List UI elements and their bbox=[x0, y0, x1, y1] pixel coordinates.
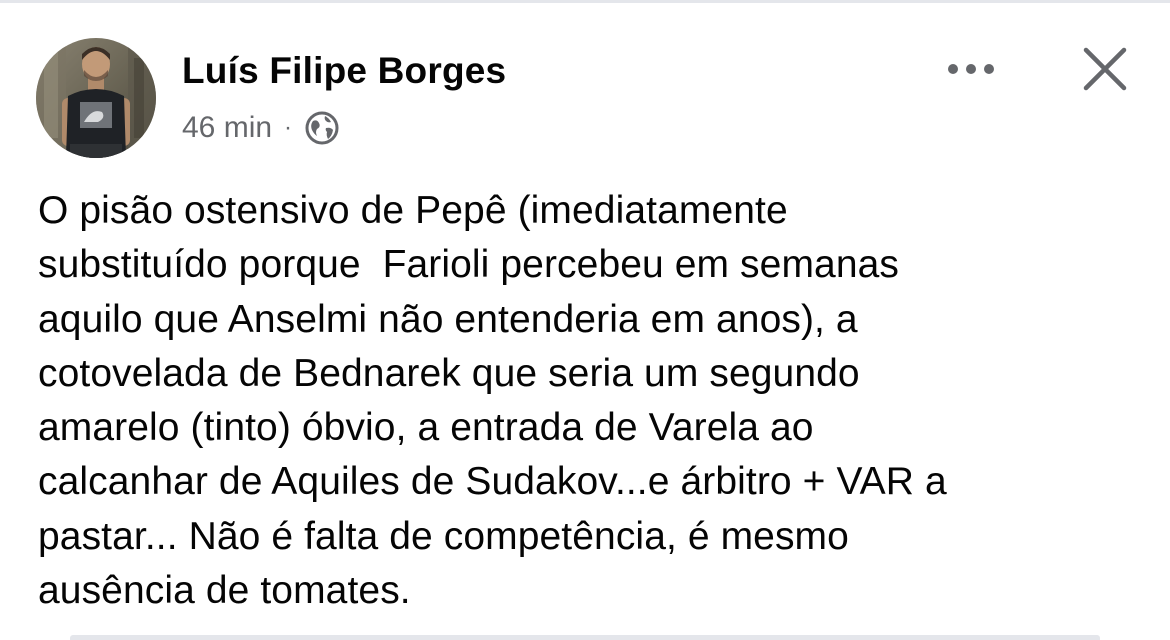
post-timestamp[interactable]: 46 min bbox=[182, 111, 272, 145]
author-name[interactable]: Luís Filipe Borges bbox=[182, 50, 506, 92]
post-text: O pisão ostensivo de Pepê (imediatamente… bbox=[38, 184, 1148, 618]
meta-separator: · bbox=[284, 114, 293, 141]
post-text-line: cotovelada de Bednarek que seria um segu… bbox=[38, 351, 860, 395]
more-options-button[interactable] bbox=[940, 48, 1002, 90]
globe-icon[interactable] bbox=[304, 110, 340, 146]
post-text-line: substituído porque Farioli percebeu em s… bbox=[38, 243, 900, 287]
post-card: Luís Filipe Borges 46 min · O pisão oste… bbox=[0, 0, 1170, 640]
bottom-divider bbox=[70, 635, 1100, 640]
post-text-line: pastar... Não é falta de competência, é … bbox=[38, 514, 849, 558]
post-text-line: amarelo (tinto) óbvio, a entrada de Vare… bbox=[38, 406, 814, 450]
post-text-line: ausência de tomates. bbox=[38, 569, 411, 613]
close-icon bbox=[1083, 47, 1127, 91]
post-text-line: O pisão ostensivo de Pepê (imediatamente bbox=[38, 189, 788, 232]
author-avatar[interactable] bbox=[36, 38, 156, 158]
close-button[interactable] bbox=[1076, 40, 1134, 98]
post-meta: 46 min · bbox=[182, 108, 340, 148]
more-options-icon bbox=[948, 64, 994, 74]
post-text-line: calcanhar de Aquiles de Sudakov...e árbi… bbox=[38, 460, 947, 504]
post-text-line: aquilo que Anselmi não entenderia em ano… bbox=[38, 297, 858, 341]
